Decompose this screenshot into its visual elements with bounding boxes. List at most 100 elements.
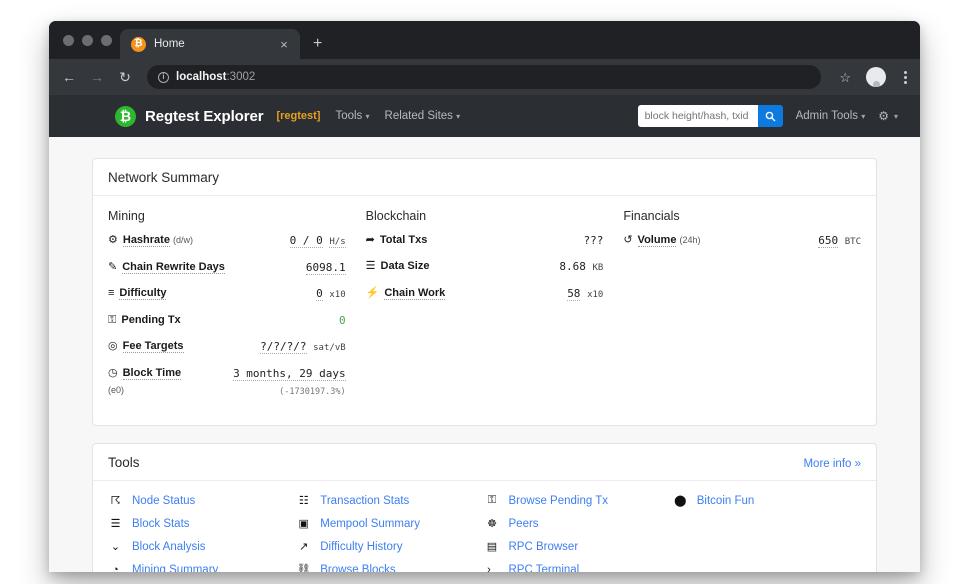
- network-summary-body: Mining ⚙Hashrate (d/w) 0 / 0 H/s ✎Chain Rew…: [93, 196, 876, 425]
- block-stats-icon: ☰: [108, 517, 123, 530]
- stat-label-text[interactable]: Chain Rewrite Days: [122, 261, 225, 274]
- stat-label-text[interactable]: Chain Work: [384, 287, 445, 300]
- more-info-link[interactable]: More info »: [803, 458, 861, 470]
- stat-value-unit: KB: [592, 263, 603, 273]
- stat-value-text: 0: [339, 314, 346, 327]
- browser-window: ₿ Home × + ← → ↻ i localhost:3002 ☆ ₿ Re…: [49, 21, 920, 572]
- stat-label-text[interactable]: Hashrate: [123, 234, 170, 247]
- tool-link-block-analysis[interactable]: Block Analysis: [132, 541, 206, 553]
- stat-value: 0: [339, 312, 346, 329]
- stat-label-text[interactable]: Difficulty: [119, 287, 166, 300]
- stat-label: ⚿Pending Tx: [108, 312, 181, 329]
- nav-item-tools[interactable]: Tools ▾: [335, 110, 369, 122]
- tool-link-node-status[interactable]: Node Status: [132, 495, 195, 507]
- tool-item[interactable]: ◔Mining Summary: [108, 563, 296, 572]
- address-bar[interactable]: i localhost:3002: [147, 65, 821, 89]
- stat-label: ➦Total Txs: [366, 232, 428, 249]
- close-window-button[interactable]: [63, 35, 74, 46]
- tool-link-mempool-summary[interactable]: Mempool Summary: [320, 518, 420, 530]
- tool-item[interactable]: ⌄Block Analysis: [108, 540, 296, 553]
- minimize-window-button[interactable]: [82, 35, 93, 46]
- new-tab-button[interactable]: +: [313, 36, 322, 52]
- back-icon[interactable]: ←: [61, 70, 77, 84]
- tool-link-difficulty-history[interactable]: Difficulty History: [320, 541, 402, 553]
- stat-value-unit: x10: [587, 290, 603, 300]
- stat-label-text[interactable]: Block Time: [123, 367, 182, 380]
- nav-item-related-sites-label: Related Sites: [385, 110, 453, 122]
- brand-home-link[interactable]: ₿ Regtest Explorer: [115, 106, 263, 127]
- admin-tools-menu[interactable]: Admin Tools ▾: [796, 110, 866, 122]
- browser-tab-home[interactable]: ₿ Home ×: [120, 29, 300, 59]
- stat-value: 0 / 0 H/s: [290, 232, 346, 250]
- page-viewport: ₿ Regtest Explorer [regtest] Tools ▾ Rel…: [49, 95, 920, 572]
- nav-item-related-sites[interactable]: Related Sites ▾: [385, 110, 461, 122]
- stat-label-sub: (d/w): [173, 235, 193, 245]
- network-summary-card: Network Summary Mining ⚙Hashrate (d/w) 0 /…: [92, 158, 877, 426]
- tool-item[interactable]: ☸Peers: [485, 517, 673, 530]
- browse-pending-tx-icon: ⚿: [485, 494, 500, 507]
- tool-link-browse-pending-tx[interactable]: Browse Pending Tx: [509, 495, 609, 507]
- stat-value-percent: (-1730197.3%): [279, 387, 346, 397]
- stat-label-text: Data Size: [381, 260, 430, 272]
- tool-link-rpc-browser[interactable]: RPC Browser: [509, 541, 579, 553]
- browser-toolbar: ← → ↻ i localhost:3002 ☆: [49, 59, 920, 95]
- summary-column-title: Financials: [623, 209, 861, 223]
- tool-link-bitcoin-fun[interactable]: Bitcoin Fun: [697, 495, 755, 507]
- brand-name: Regtest Explorer: [145, 108, 263, 125]
- search-button[interactable]: [758, 105, 783, 127]
- stat-row: ≡Difficulty 0 x10: [108, 285, 346, 303]
- tool-item[interactable]: ⬤Bitcoin Fun: [673, 494, 861, 507]
- tab-title: Home: [154, 38, 268, 50]
- tool-item[interactable]: ›_RPC Terminal: [485, 563, 673, 572]
- tool-link-browse-blocks[interactable]: Browse Blocks: [320, 564, 395, 572]
- stat-label: ⚙Hashrate (d/w): [108, 232, 193, 249]
- stat-block-time-icon: ◷: [108, 367, 118, 379]
- stat-value: 8.68 KB: [559, 258, 603, 276]
- difficulty-history-icon: ↗: [296, 540, 311, 553]
- stat-label-text[interactable]: Fee Targets: [123, 340, 184, 353]
- summary-column-title: Mining: [108, 209, 346, 223]
- stat-label: ≡Difficulty: [108, 285, 166, 302]
- summary-column-mining: Mining ⚙Hashrate (d/w) 0 / 0 H/s ✎Chain Rew…: [108, 209, 346, 408]
- stat-row: ✎Chain Rewrite Days6098.1: [108, 259, 346, 276]
- stat-row: ⚙Hashrate (d/w) 0 / 0 H/s: [108, 232, 346, 250]
- search-group: [638, 105, 783, 127]
- tool-item[interactable]: ☈ Node Status: [108, 494, 296, 507]
- forward-icon[interactable]: →: [89, 70, 105, 84]
- node-status-icon: ☈: [108, 494, 123, 507]
- reload-icon[interactable]: ↻: [117, 70, 133, 84]
- nav-item-tools-label: Tools: [335, 110, 362, 122]
- network-summary-header: Network Summary: [93, 159, 876, 196]
- tool-item[interactable]: ▣Mempool Summary: [296, 517, 484, 530]
- browser-menu-icon[interactable]: [901, 71, 910, 84]
- close-tab-icon[interactable]: ×: [276, 38, 292, 51]
- chevron-down-icon: ▾: [894, 112, 898, 121]
- tool-item[interactable]: ☰ Block Stats: [108, 517, 296, 530]
- tool-link-block-stats[interactable]: Block Stats: [132, 518, 190, 530]
- stat-value-unit: BTC: [845, 237, 861, 247]
- avatar-head-shape: [873, 81, 880, 87]
- chevron-down-icon: ▾: [366, 112, 370, 121]
- stat-label-text[interactable]: Volume: [638, 234, 677, 247]
- tools-header: Tools More info »: [93, 444, 876, 481]
- profile-avatar[interactable]: [866, 67, 886, 87]
- tool-item[interactable]: ▤ RPC Browser: [485, 540, 673, 553]
- bookmark-star-icon[interactable]: ☆: [839, 71, 851, 84]
- tool-link-transaction-stats[interactable]: Transaction Stats: [320, 495, 409, 507]
- stat-data-size-icon: ☰: [366, 260, 376, 272]
- settings-menu[interactable]: ⚙▾: [878, 109, 898, 123]
- search-input[interactable]: [638, 105, 758, 127]
- stat-value: 0 x10: [316, 285, 346, 303]
- tool-item[interactable]: ☷Transaction Stats: [296, 494, 484, 507]
- tool-item[interactable]: ↗ Difficulty History: [296, 540, 484, 553]
- tools-title: Tools: [108, 455, 140, 470]
- tool-item[interactable]: ⚿ Browse Pending Tx: [485, 494, 673, 507]
- tool-link-rpc-terminal[interactable]: RPC Terminal: [509, 564, 580, 572]
- maximize-window-button[interactable]: [101, 35, 112, 46]
- site-info-icon[interactable]: i: [158, 72, 169, 83]
- tool-link-mining-summary[interactable]: Mining Summary: [132, 564, 218, 572]
- rpc-browser-icon: ▤: [485, 540, 500, 553]
- stat-label: ◎Fee Targets: [108, 338, 184, 355]
- tool-link-peers[interactable]: Peers: [509, 518, 539, 530]
- tool-item[interactable]: ⛓Browse Blocks: [296, 563, 484, 572]
